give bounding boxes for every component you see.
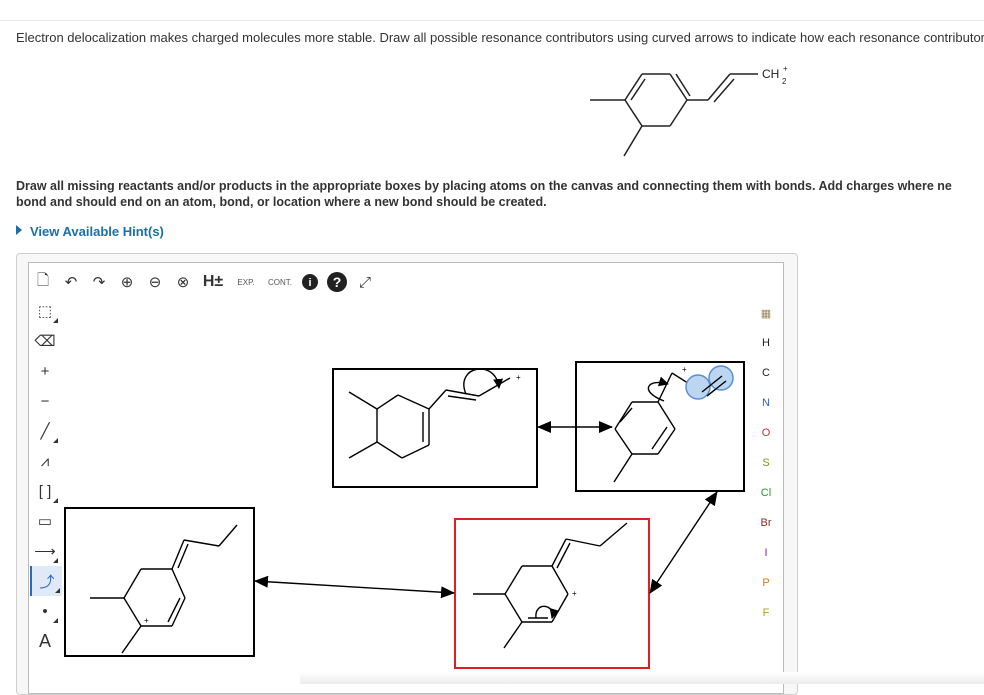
bracket-icon[interactable]: [ ] bbox=[30, 476, 60, 506]
starting-molecule: CH + 2 bbox=[590, 64, 788, 157]
drawing-canvas[interactable]: + + + + bbox=[62, 296, 748, 686]
charge-label: + bbox=[682, 365, 687, 374]
atom-highlight bbox=[685, 374, 711, 400]
reaction-arrow-icon[interactable]: ⟶ bbox=[30, 536, 60, 566]
element-cl-button[interactable]: Cl bbox=[752, 478, 780, 508]
ch2-label: CH bbox=[762, 67, 779, 81]
resonance-box-1[interactable]: + bbox=[332, 368, 538, 488]
resonance-box-3[interactable]: + bbox=[64, 507, 255, 657]
info-icon[interactable]: i bbox=[300, 272, 320, 292]
resonance-box-4[interactable]: + bbox=[454, 518, 650, 669]
fullscreen-icon[interactable]: ⤢ bbox=[354, 271, 376, 293]
zoom-reset-icon[interactable]: ⊗ bbox=[172, 271, 194, 293]
svg-text:?: ? bbox=[333, 274, 342, 290]
hydrogen-toggle-button[interactable]: H± bbox=[200, 271, 226, 293]
periodic-table-icon[interactable]: ▦ bbox=[752, 298, 780, 328]
element-c-button[interactable]: C bbox=[752, 358, 780, 388]
resonance-arrow[interactable] bbox=[649, 491, 718, 594]
element-o-button[interactable]: O bbox=[752, 418, 780, 448]
atom-highlight bbox=[708, 365, 734, 391]
editor-left-toolbar: ⬚ ⌫ + − ╱ ⩘ [ ] ▭ ⟶ ⤴ • A bbox=[30, 296, 62, 656]
resonance-arrow[interactable] bbox=[254, 575, 455, 599]
view-hints-label: View Available Hint(s) bbox=[30, 224, 164, 239]
single-bond-icon[interactable]: ╱ bbox=[30, 416, 60, 446]
expand-triangle-icon bbox=[16, 225, 22, 235]
radical-dot-icon[interactable]: • bbox=[30, 596, 60, 626]
element-p-button[interactable]: P bbox=[752, 568, 780, 598]
footer-shadow bbox=[300, 672, 984, 684]
chain-icon[interactable]: ⩘ bbox=[30, 446, 60, 476]
zoom-out-icon[interactable]: ⊖ bbox=[144, 271, 166, 293]
element-h-button[interactable]: H bbox=[752, 328, 780, 358]
undo-icon[interactable]: ↶ bbox=[60, 271, 82, 293]
charge-label: + bbox=[144, 616, 149, 625]
eraser-icon[interactable]: ⌫ bbox=[30, 326, 60, 356]
redo-icon[interactable]: ↷ bbox=[88, 271, 110, 293]
element-n-button[interactable]: N bbox=[752, 388, 780, 418]
element-br-button[interactable]: Br bbox=[752, 508, 780, 538]
negative-charge-icon[interactable]: − bbox=[30, 386, 60, 416]
instructions-line-2: bond and should end on an atom, bond, or… bbox=[16, 195, 547, 209]
top-divider bbox=[0, 20, 984, 21]
ch2-charge: + bbox=[783, 64, 788, 73]
editor-top-toolbar: 🗋 ↶ ↷ ⊕ ⊖ ⊗ H± EXP. CONT. i ? ⤢ bbox=[32, 268, 376, 296]
element-f-button[interactable]: F bbox=[752, 598, 780, 628]
curved-arrow-icon[interactable]: ⤴ bbox=[30, 566, 62, 596]
positive-charge-icon[interactable]: + bbox=[30, 356, 60, 386]
zoom-in-icon[interactable]: ⊕ bbox=[116, 271, 138, 293]
charge-label: + bbox=[572, 589, 577, 598]
atom-label-icon[interactable]: A bbox=[30, 626, 60, 656]
element-s-button[interactable]: S bbox=[752, 448, 780, 478]
help-icon[interactable]: ? bbox=[326, 271, 348, 293]
new-document-icon[interactable]: 🗋 bbox=[32, 271, 54, 293]
select-lasso-icon[interactable]: ⬚ bbox=[30, 296, 60, 326]
element-i-button[interactable]: I bbox=[752, 538, 780, 568]
element-toolbar: ▦ H C N O S Cl Br I P F bbox=[752, 298, 780, 628]
view-hints-link[interactable]: View Available Hint(s) bbox=[16, 224, 164, 239]
svg-text:i: i bbox=[308, 277, 311, 289]
expand-button[interactable]: EXP. bbox=[232, 271, 260, 293]
contract-button[interactable]: CONT. bbox=[266, 271, 294, 293]
ch2-subscript: 2 bbox=[782, 77, 787, 86]
instructions: Draw all missing reactants and/or produc… bbox=[16, 178, 984, 210]
instructions-line-1: Draw all missing reactants and/or produc… bbox=[16, 179, 952, 193]
question-text: Electron delocalization makes charged mo… bbox=[16, 30, 984, 45]
rectangle-icon[interactable]: ▭ bbox=[30, 506, 60, 536]
charge-label: + bbox=[516, 373, 521, 382]
